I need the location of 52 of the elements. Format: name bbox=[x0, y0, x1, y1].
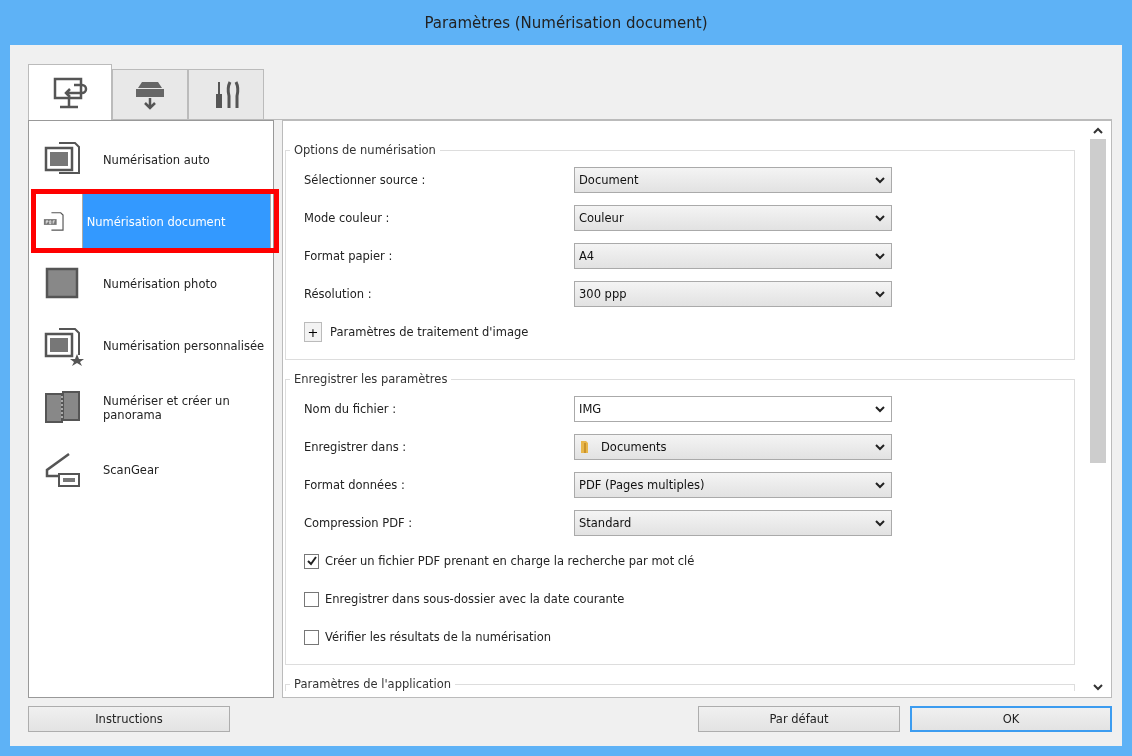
chevron-down-icon bbox=[875, 290, 885, 298]
field-label: Enregistrer dans : bbox=[304, 440, 408, 454]
field-label: Mode couleur : bbox=[304, 211, 391, 225]
dropdown[interactable]: Couleur bbox=[574, 205, 892, 231]
field-label: Format données : bbox=[304, 478, 406, 492]
tab[interactable] bbox=[112, 69, 188, 119]
scan-mode-label[interactable]: Numérisation personnalisée bbox=[101, 335, 271, 357]
dropdown[interactable]: Documents bbox=[574, 434, 892, 460]
field-label: Résolution : bbox=[304, 287, 373, 301]
group-title: Options de numérisation bbox=[293, 143, 437, 157]
checkbox-label: Créer un fichier PDF prenant en charge la recherche par mot clé bbox=[325, 554, 695, 568]
chevron-down-icon bbox=[875, 252, 885, 260]
expand-button[interactable]: + bbox=[304, 322, 322, 342]
dialog-button[interactable]: OK bbox=[910, 706, 1112, 732]
chevron-down-icon bbox=[875, 405, 885, 413]
tab[interactable] bbox=[188, 69, 264, 119]
field-label: Compression PDF : bbox=[304, 516, 414, 530]
group-title: Paramètres de l'application bbox=[293, 677, 453, 691]
dropdown[interactable]: Document bbox=[574, 167, 892, 193]
field-label: Nom du fichier : bbox=[304, 402, 398, 416]
scan-mode-label[interactable]: Numérisation photo bbox=[101, 273, 271, 295]
dropdown[interactable]: 300 ppp bbox=[574, 281, 892, 307]
checkbox-label: Enregistrer dans sous-dossier avec la date courante bbox=[325, 592, 625, 606]
dialog-button[interactable]: Par défaut bbox=[698, 706, 900, 732]
checkbox[interactable] bbox=[304, 553, 319, 569]
scan-mode-label[interactable]: Numérisation auto bbox=[101, 149, 271, 171]
checkmark-icon bbox=[305, 555, 318, 567]
group-title: Enregistrer les paramètres bbox=[293, 372, 449, 386]
chevron-down-icon bbox=[875, 214, 885, 222]
scrollbar-thumb[interactable] bbox=[1090, 139, 1106, 463]
checkbox[interactable] bbox=[304, 591, 319, 607]
dropdown[interactable]: Standard bbox=[574, 510, 892, 536]
field-label: Format papier : bbox=[304, 249, 394, 263]
field-label: Sélectionner source : bbox=[304, 173, 427, 187]
dropdown[interactable]: IMG bbox=[574, 396, 892, 422]
chevron-down-icon bbox=[875, 481, 885, 489]
checkbox[interactable] bbox=[304, 629, 319, 645]
chevron-down-icon bbox=[875, 519, 885, 527]
dialog-button[interactable]: Instructions bbox=[28, 706, 230, 732]
scroll-down-icon[interactable] bbox=[1093, 683, 1103, 691]
chevron-down-icon bbox=[875, 176, 885, 184]
section-label: Paramètres de traitement d'image bbox=[330, 325, 529, 339]
dropdown[interactable]: A4 bbox=[574, 243, 892, 269]
scan-mode-label[interactable]: ScanGear bbox=[101, 459, 271, 481]
scan-mode-label[interactable]: Numériser et créer un panorama bbox=[101, 390, 271, 426]
dropdown[interactable]: PDF (Pages multiples) bbox=[574, 472, 892, 498]
tab[interactable] bbox=[28, 64, 112, 120]
computer-icon bbox=[52, 75, 88, 110]
window-title: Paramètres (Numérisation document) bbox=[424, 13, 708, 32]
chevron-down-icon bbox=[875, 443, 885, 451]
checkbox-label: Vérifier les résultats de la numérisation bbox=[325, 630, 552, 644]
scroll-up-icon[interactable] bbox=[1093, 127, 1103, 135]
